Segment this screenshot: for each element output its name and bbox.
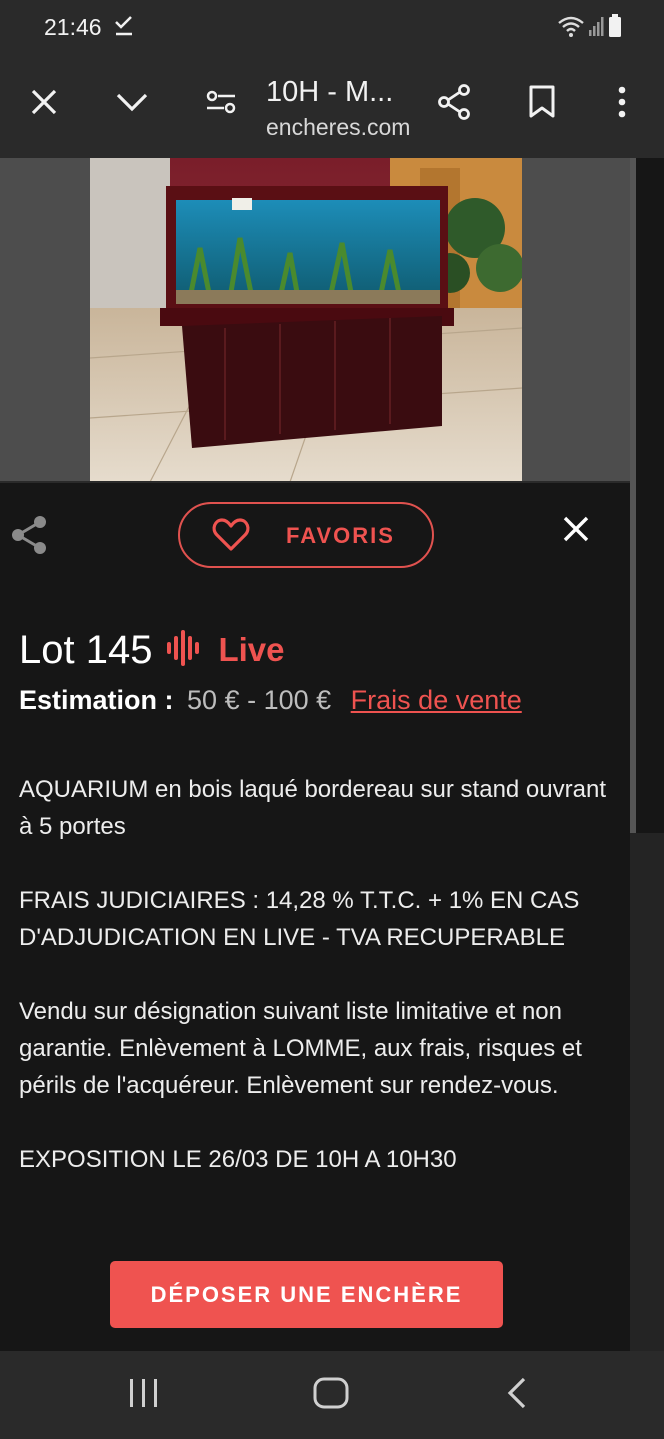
status-time: 21:46 bbox=[44, 14, 102, 40]
live-audio-icon bbox=[166, 628, 202, 673]
more-vert-icon bbox=[618, 86, 626, 123]
favorite-button[interactable]: FAVORIS bbox=[178, 502, 434, 568]
wifi-icon bbox=[558, 15, 584, 42]
system-nav-bar bbox=[0, 1351, 664, 1439]
recents-icon bbox=[128, 1378, 160, 1413]
home-button[interactable] bbox=[309, 1373, 353, 1417]
estimation-range: 50 € - 100 € bbox=[187, 685, 332, 715]
estimation-label: Estimation : bbox=[19, 685, 174, 715]
share-button[interactable] bbox=[430, 80, 478, 128]
more-options-button[interactable] bbox=[598, 80, 646, 128]
minimize-button[interactable] bbox=[108, 80, 156, 128]
estimation-row: Estimation : 50 € - 100 € Frais de vente bbox=[19, 685, 522, 716]
description-paragraph: AQUARIUM en bois laqué bordereau sur sta… bbox=[19, 776, 606, 840]
aquarium-illustration bbox=[90, 158, 522, 482]
back-icon bbox=[506, 1376, 528, 1415]
fees-link[interactable]: Frais de vente bbox=[351, 685, 522, 715]
bookmark-icon bbox=[528, 85, 556, 124]
close-icon bbox=[30, 88, 58, 121]
site-settings-button[interactable] bbox=[197, 80, 245, 128]
status-bar: 21:46 bbox=[0, 0, 664, 56]
tune-icon bbox=[206, 90, 236, 119]
lot-title: Lot 145 bbox=[19, 627, 153, 672]
description-paragraph: Vendu sur désignation suivant liste limi… bbox=[19, 998, 582, 1099]
description-paragraph: EXPOSITION LE 26/03 DE 10H A 10H30 bbox=[19, 1146, 457, 1173]
live-label: Live bbox=[218, 631, 285, 668]
bookmark-button[interactable] bbox=[518, 80, 566, 128]
favorite-label: FAVORIS bbox=[286, 523, 395, 548]
lot-detail-sheet: FAVORIS Lot 145 Live Estimation : 50 € -… bbox=[0, 481, 630, 1351]
browser-toolbar: 10H - M... encheres.com bbox=[0, 56, 664, 158]
close-sheet-button[interactable] bbox=[562, 515, 590, 548]
scrollbar[interactable] bbox=[630, 158, 636, 833]
home-icon bbox=[313, 1377, 349, 1414]
share-lot-button[interactable] bbox=[10, 515, 48, 560]
signal-icon bbox=[588, 15, 604, 42]
close-tab-button[interactable] bbox=[20, 80, 68, 128]
heart-icon bbox=[212, 518, 250, 557]
status-icons bbox=[558, 14, 622, 43]
description-paragraph: FRAIS JUDICIAIRES : 14,28 % T.T.C. + 1% … bbox=[19, 887, 580, 951]
share-icon bbox=[10, 516, 48, 559]
page-edge bbox=[630, 833, 664, 1351]
close-icon bbox=[562, 516, 590, 547]
recents-button[interactable] bbox=[122, 1373, 166, 1417]
lot-header: Lot 145 Live bbox=[19, 625, 285, 675]
lot-description: AQUARIUM en bois laqué bordereau sur sta… bbox=[19, 771, 609, 1215]
share-icon bbox=[437, 83, 471, 125]
back-button[interactable] bbox=[495, 1373, 539, 1417]
battery-icon bbox=[608, 14, 622, 43]
place-bid-button[interactable]: DÉPOSER UNE ENCHÈRE bbox=[110, 1261, 503, 1328]
lot-photo[interactable] bbox=[90, 158, 522, 482]
chevron-down-icon bbox=[115, 92, 149, 117]
page-url: encheres.com bbox=[266, 114, 411, 140]
page-title: 10H - M... bbox=[266, 76, 394, 108]
download-done-icon bbox=[114, 14, 134, 43]
